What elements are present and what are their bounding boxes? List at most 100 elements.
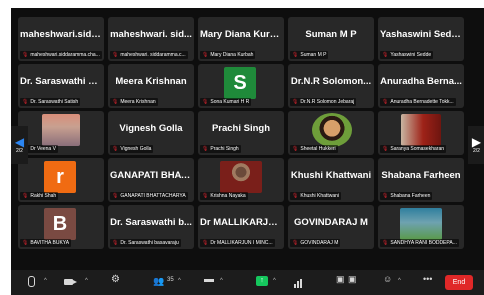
participant-tile[interactable]: 🎙 Sheetal Hukkeri — [288, 111, 374, 155]
participant-label-text: Saranya Somasekharan — [390, 146, 445, 152]
participant-tile[interactable]: maheshwari.sidd... 🎙 maheshwari.siddaramma… — [18, 17, 104, 61]
participant-tile[interactable]: Dr. Saraswathi b... 🎙 Dr. Saraswathi basav… — [108, 205, 194, 249]
participant-label-text: maheshwari. siddaramma.c... — [120, 52, 186, 58]
share-screen-icon[interactable]: ↑ — [256, 276, 268, 286]
participant-tile[interactable]: Dr MALLIKARJU... 🎙 Dr MALLIKARJUN I MINC..… — [198, 205, 284, 249]
next-page-button[interactable]: ▶ 2/2 — [468, 126, 484, 164]
end-meeting-button[interactable]: End — [445, 275, 473, 290]
participants-caret[interactable]: ^ — [178, 278, 181, 284]
participant-tile[interactable]: S 🎙 Sona Kumari H R — [198, 64, 284, 108]
participant-tile[interactable]: 🎙Dr Veena V — [18, 111, 104, 155]
participant-label-text: Dr. Saraswathi basavaraju — [120, 240, 179, 246]
mic-muted-icon: 🎙 — [112, 146, 119, 152]
participant-tile[interactable]: Prachi Singh 🎙 Prachi Singh — [198, 111, 284, 155]
participant-display-name: Suman M P — [305, 29, 357, 40]
participant-name-label: 🎙 Suman M P — [290, 51, 329, 59]
participant-tile[interactable]: Meera Krishnan 🎙 Meera Krishnan — [108, 64, 194, 108]
participant-name-label: 🎙 GOVINDARAJ M — [290, 239, 341, 247]
mic-muted-icon: 🎙 — [382, 52, 389, 58]
participant-display-name: Meera Krishnan — [115, 76, 187, 87]
participants-icon[interactable]: 👥 — [153, 276, 164, 287]
mic-muted-icon: 🎙 — [112, 52, 119, 58]
avatar-initial: S — [224, 67, 256, 99]
participant-tile[interactable]: Anuradha Berna... 🎙 Anuradha Bernadette To… — [378, 64, 464, 108]
mic-muted-icon: 🎙 — [382, 99, 389, 105]
participant-name-label: 🎙 Sheetal Hukkeri — [290, 145, 338, 153]
mic-muted-icon: 🎙 — [22, 52, 29, 58]
participant-label-text: Dr. Saraswathi Satish — [30, 99, 79, 105]
mic-muted-icon: 🎙 — [292, 146, 299, 152]
mic-muted-icon: 🎙 — [22, 193, 29, 199]
participant-tile[interactable]: Dr.N.R Solomon... 🎙 Dr.N.R Solomon Jebaraj — [288, 64, 374, 108]
participant-label-text: Khushi Khattwani — [300, 193, 339, 199]
participant-tile[interactable]: Suman M P 🎙 Suman M P — [288, 17, 374, 61]
participant-display-name: Vignesh Golla — [119, 123, 183, 134]
participant-tile[interactable]: Khushi Khattwani 🎙 Khushi Khattwani — [288, 158, 374, 202]
record-icon[interactable]: ▣ — [336, 274, 345, 285]
reactions-icon[interactable]: ☺ — [383, 274, 392, 284]
participant-tile[interactable]: 🎙 Saranya Somasekharan — [378, 111, 464, 155]
video-options-caret[interactable]: ^ — [85, 278, 88, 284]
participants-count: 35 — [167, 277, 174, 283]
participant-display-name: Dr.N.R Solomon... — [290, 76, 372, 87]
participant-display-name: Shabana Farheen — [381, 170, 461, 181]
microphone-icon[interactable] — [28, 276, 35, 287]
page-indicator-right: 2/2 — [473, 148, 480, 154]
mic-muted-icon: 🎙 — [202, 99, 209, 105]
chat-caret[interactable]: ^ — [220, 278, 223, 284]
prev-page-button[interactable]: ◀ 2/2 — [11, 126, 28, 164]
participant-tile[interactable]: maheshwari. sid... 🎙 maheshwari. siddaramm… — [108, 17, 194, 61]
participant-tile[interactable]: GOVINDARAJ M 🎙 GOVINDARAJ M — [288, 205, 374, 249]
participant-name-label: 🎙 Mary Diana Kurbah — [200, 51, 256, 59]
participant-name-label: 🎙 Sona Kumari H R — [200, 98, 252, 106]
mic-muted-icon: 🎙 — [112, 99, 119, 105]
chat-icon[interactable]: ▬ — [204, 274, 214, 285]
mic-muted-icon: 🎙 — [292, 193, 299, 199]
participant-label-text: maheshwari.siddaramma.cha... — [30, 52, 100, 58]
participant-name-label: 🎙 Dr. Saraswathi basavaraju — [110, 239, 181, 247]
participant-name-label: 🎙 Rakhi Shah — [20, 192, 59, 200]
participant-tile[interactable]: Shabana Farheen 🎙 Shabana Farheen — [378, 158, 464, 202]
participant-tile[interactable]: B 🎙 BAVITHA BUKYA — [18, 205, 104, 249]
participant-tile[interactable]: r 🎙 Rakhi Shah — [18, 158, 104, 202]
participant-name-label: 🎙 Dr. Saraswathi Satish — [20, 98, 81, 106]
security-shield-icon[interactable]: ⚙ — [111, 274, 120, 285]
participant-label-text: SANDHYA RANI BODDEPA... — [390, 240, 457, 246]
mic-muted-icon: 🎙 — [22, 99, 29, 105]
participant-name-label: 🎙 maheshwari. siddaramma.c... — [110, 51, 188, 59]
participant-video — [400, 208, 442, 240]
participant-label-text: Rakhi Shah — [30, 193, 57, 199]
participant-tile[interactable]: Vignesh Golla 🎙 Vignesh Golla — [108, 111, 194, 155]
participant-tile[interactable]: Mary Diana Kurb... 🎙 Mary Diana Kurbah — [198, 17, 284, 61]
participant-name-label: 🎙 Meera Krishnan — [110, 98, 158, 106]
participant-label-text: Anuradha Bernadette Tokk... — [390, 99, 454, 105]
whiteboard-icon[interactable]: ▣ — [348, 274, 357, 285]
more-icon[interactable]: ••• — [423, 274, 432, 284]
avatar-initial: B — [44, 208, 76, 240]
video-gallery: maheshwari.sidd... 🎙 maheshwari.siddaramma… — [11, 8, 484, 270]
participant-label-text: Prachi Singh — [210, 146, 239, 152]
share-caret[interactable]: ^ — [273, 278, 276, 284]
reactions-caret[interactable]: ^ — [398, 278, 401, 284]
mic-muted-icon: 🎙 — [22, 240, 29, 246]
mic-muted-icon: 🎙 — [202, 240, 209, 246]
participant-name-label: 🎙 Saranya Somasekharan — [380, 145, 447, 153]
participant-tile[interactable]: 🎙 Krishna Nayaka — [198, 158, 284, 202]
participant-display-name: Dr MALLIKARJU... — [200, 217, 282, 228]
participant-label-text: Dr Veena V — [30, 146, 56, 152]
participant-video — [220, 161, 262, 193]
participant-display-name: maheshwari.sidd... — [20, 29, 102, 40]
participant-label-text: GOVINDARAJ M — [300, 240, 339, 246]
participant-label-text: Meera Krishnan — [120, 99, 156, 105]
mic-muted-icon: 🎙 — [202, 52, 209, 58]
participant-tile[interactable]: Dr. Saraswathi S... 🎙 Dr. Saraswathi Satis… — [18, 64, 104, 108]
participant-name-label: 🎙 SANDHYA RANI BODDEPA... — [380, 239, 459, 247]
stats-bars-icon[interactable] — [294, 277, 303, 288]
participant-display-name: maheshwari. sid... — [110, 29, 192, 40]
video-camera-icon[interactable] — [64, 279, 77, 285]
participant-tile[interactable]: GANAPATI BHAT... 🎙 GANAPATI BHATTACHARYA — [108, 158, 194, 202]
participant-tile[interactable]: Yashaswini Sedde 🎙 Yashaswini Sedde — [378, 17, 464, 61]
participant-name-label: 🎙 Khushi Khattwani — [290, 192, 341, 200]
participant-tile[interactable]: 🎙 SANDHYA RANI BODDEPA... — [378, 205, 464, 249]
audio-options-caret[interactable]: ^ — [44, 278, 47, 284]
